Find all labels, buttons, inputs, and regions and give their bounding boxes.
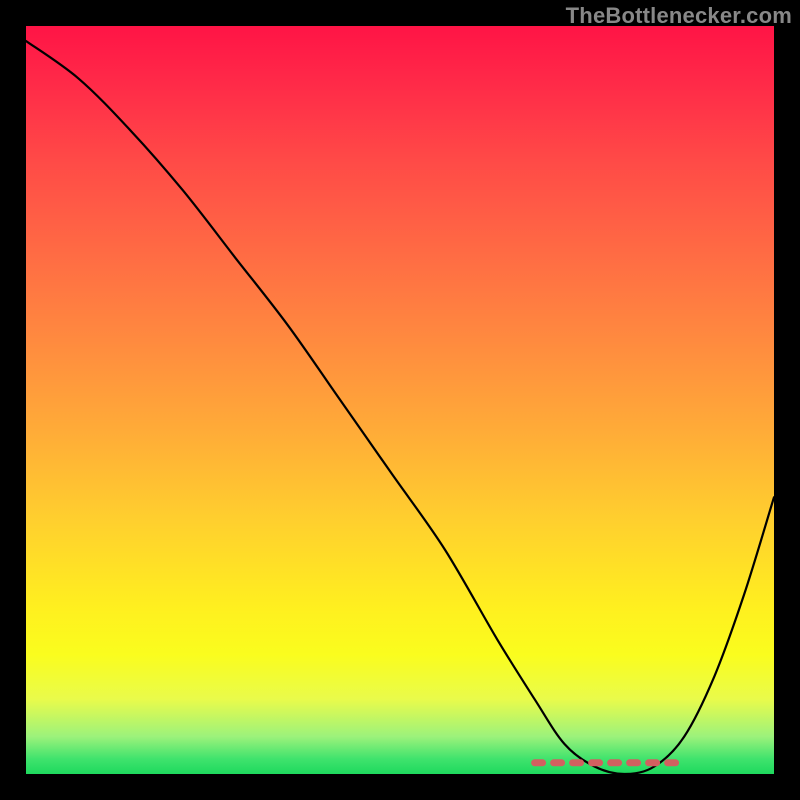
curve-layer [26,26,774,774]
chart-frame: TheBottlenecker.com [0,0,800,800]
plot-area [26,26,774,774]
bottleneck-curve [26,41,774,774]
